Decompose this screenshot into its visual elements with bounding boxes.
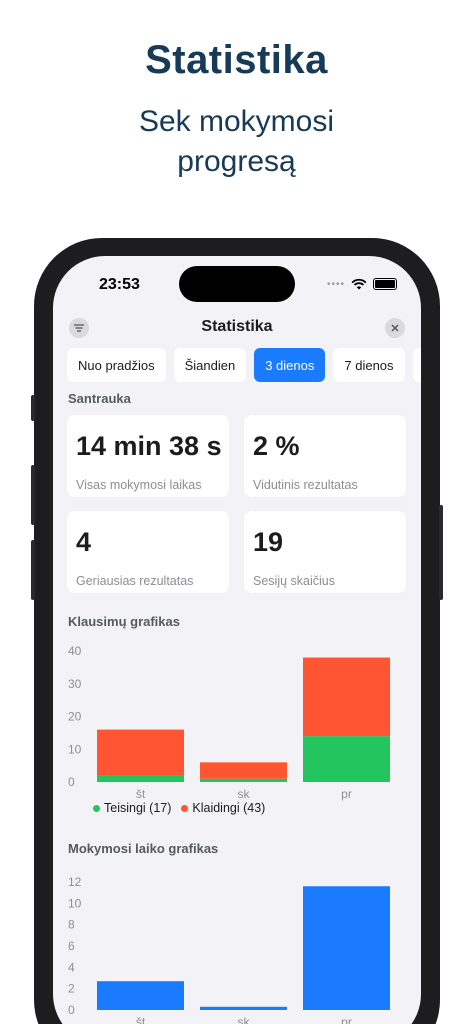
status-time: 23:53 (99, 276, 140, 293)
x-tick-label: št (136, 1015, 146, 1024)
questions-chart-svg: 0 10 20 30 40 št sk pr (68, 644, 390, 801)
card-label: Visas mokymosi laikas (76, 478, 202, 492)
card-label: Sesijų skaičius (253, 574, 335, 588)
bar-correct-sk (200, 778, 287, 782)
tab-more[interactable] (412, 348, 421, 382)
bar-correct-st (97, 775, 184, 782)
time-chart-heading: Mokymosi laiko grafikas (68, 841, 219, 856)
tab-3-dienos[interactable]: 3 dienos (254, 348, 326, 382)
legend-item-correct: Teisingi (17) (93, 801, 171, 815)
card-label: Geriausias rezultatas (76, 574, 194, 588)
x-tick-label: sk (238, 787, 251, 801)
legend-label-correct: Teisingi (17) (104, 801, 172, 815)
summary-card-sessions: 19 Sesijų skaičius (244, 511, 406, 593)
signal-dots-icon: •••• (326, 278, 345, 290)
card-label: Vidutinis rezultatas (253, 478, 358, 492)
promo-subtitle: Sek mokymosi progresą (0, 102, 473, 182)
x-tick-label: pr (341, 1015, 352, 1024)
questions-chart-legend: Teisingi (17) Klaidingi (43) (93, 801, 265, 815)
y-tick-label: 40 (68, 644, 82, 658)
tab-nuo-pradzios[interactable]: Nuo pradžios (67, 348, 166, 382)
y-tick-label: 10 (68, 896, 82, 910)
tab-7-dienos[interactable]: 7 dienos (333, 348, 405, 382)
nav-title: Statistika (201, 318, 273, 335)
promo-subtitle-line2: progresą (177, 145, 296, 178)
bar-wrong-pr (303, 657, 390, 737)
summary-heading: Santrauka (68, 391, 131, 406)
x-tick-label: št (136, 787, 146, 801)
legend-label-wrong: Klaidingi (43) (192, 801, 266, 815)
questions-chart: 0 10 20 30 40 št sk pr (53, 636, 421, 806)
bar-correct-pr (303, 736, 390, 782)
bar-time-st (97, 981, 184, 1010)
card-value: 2 % (253, 431, 300, 461)
wifi-icon (351, 278, 367, 290)
time-chart: 0 2 4 6 8 10 12 št sk pr (53, 866, 421, 1024)
y-tick-label: 6 (68, 939, 75, 953)
legend-item-wrong: Klaidingi (43) (181, 801, 265, 815)
time-chart-svg: 0 2 4 6 8 10 12 št sk pr (68, 875, 390, 1024)
questions-chart-heading: Klausimų grafikas (68, 614, 180, 629)
volume-down-button (31, 540, 35, 600)
card-value: 19 (253, 527, 284, 557)
y-tick-label: 30 (68, 677, 82, 691)
period-tabs: Nuo pradžios Šiandien 3 dienos 7 dienos (67, 348, 421, 382)
card-value: 14 min 38 s (76, 431, 222, 461)
volume-up-button (31, 465, 35, 525)
y-tick-label: 4 (68, 960, 75, 974)
y-tick-label: 12 (68, 875, 82, 889)
close-button[interactable] (385, 318, 405, 338)
x-tick-label: pr (341, 787, 352, 801)
summary-card-total-time: 14 min 38 s Visas mokymosi laikas (67, 415, 229, 497)
status-icons: •••• (327, 278, 397, 290)
promo-title: Statistika (145, 38, 328, 82)
y-tick-label: 20 (68, 710, 82, 724)
y-tick-label: 10 (68, 742, 82, 756)
phone-screen: 23:53 •••• Statistika Nuo pradžios Šiand… (53, 256, 421, 1024)
y-tick-label: 8 (68, 918, 75, 932)
tab-siandien[interactable]: Šiandien (173, 348, 247, 382)
summary-card-best: 4 Geriausias rezultatas (67, 511, 229, 593)
bar-time-sk (200, 1006, 287, 1010)
promo-subtitle-line1: Sek mokymosi (138, 105, 335, 138)
legend-dot-wrong (181, 804, 189, 812)
x-tick-label: sk (238, 1015, 251, 1024)
summary-card-average: 2 % Vidutinis rezultatas (244, 415, 406, 497)
bar-time-pr (303, 886, 390, 1010)
action-button (31, 395, 35, 421)
bar-wrong-st (97, 729, 184, 776)
close-icon (391, 324, 399, 332)
y-tick-label: 2 (68, 982, 75, 996)
bar-wrong-sk (200, 762, 287, 779)
y-tick-label: 0 (68, 1003, 75, 1017)
card-value: 4 (76, 527, 92, 557)
battery-icon (373, 278, 397, 290)
dynamic-island (179, 266, 295, 302)
y-tick-label: 0 (68, 775, 75, 789)
legend-dot-correct (93, 804, 100, 812)
power-button (439, 505, 443, 600)
